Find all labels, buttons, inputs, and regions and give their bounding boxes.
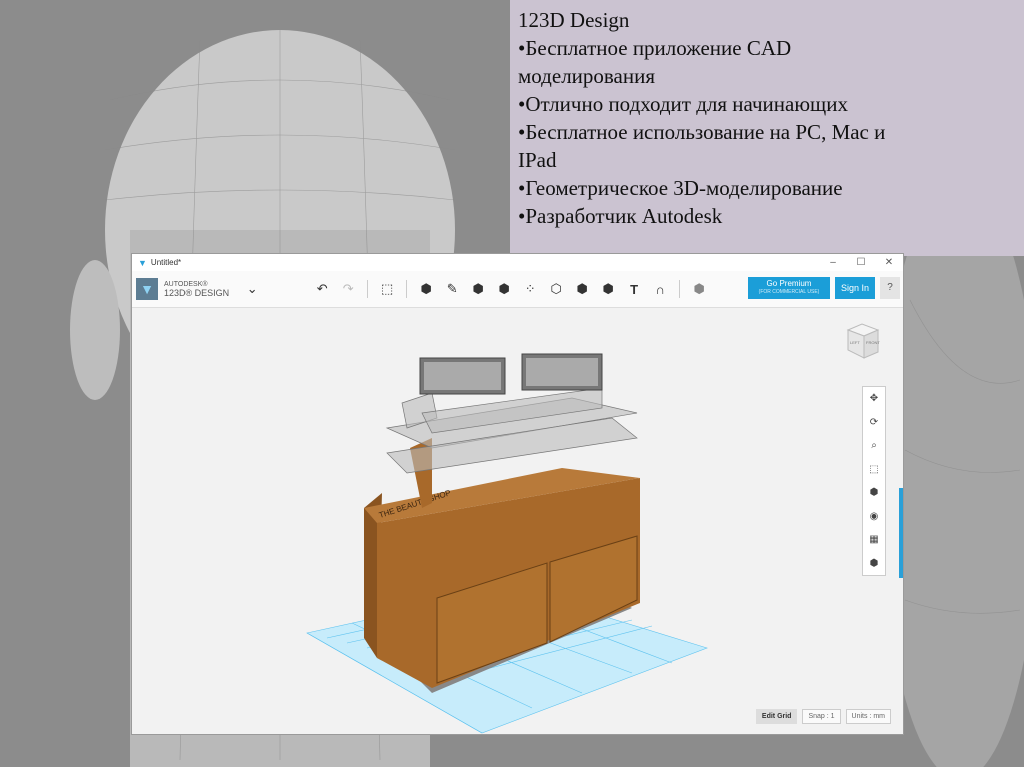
- undo-button[interactable]: ↶: [309, 281, 335, 297]
- divider: [367, 280, 369, 298]
- brand-bottom: 123D® DESIGN: [164, 288, 230, 298]
- divider: [679, 280, 681, 298]
- snap-icon[interactable]: ∩: [647, 282, 673, 297]
- redo-button[interactable]: ↷: [335, 281, 361, 297]
- snap-dropdown[interactable]: Snap : 1: [802, 709, 841, 724]
- slide-bullet: •Геометрическое 3D-моделирование: [518, 176, 843, 200]
- app-icon: ▼: [138, 257, 147, 268]
- materials-icon[interactable]: ▦: [869, 534, 878, 545]
- viewcube-front-label: FRONT: [866, 340, 880, 345]
- window-title: Untitled*: [150, 258, 182, 267]
- viewcube-left-label: LEFT: [850, 340, 860, 345]
- pan-icon[interactable]: ✥: [870, 393, 878, 404]
- group-icon[interactable]: ⬡: [543, 281, 569, 297]
- edit-grid-button[interactable]: Edit Grid: [755, 709, 798, 724]
- premium-sub: (FOR COMMERCIAL USE): [758, 289, 820, 295]
- app-window: ▼ Untitled* – ☐ ✕ ▼ AUTODESK® 123D® DESIG…: [131, 253, 904, 735]
- panel-toggle-handle[interactable]: [899, 488, 903, 578]
- divider: [406, 280, 408, 298]
- close-button[interactable]: ✕: [875, 257, 903, 268]
- zoom-icon[interactable]: ⌕: [871, 440, 877, 451]
- slide-bullet: моделирования: [518, 64, 656, 88]
- minimize-button[interactable]: –: [819, 257, 847, 268]
- transform-icon[interactable]: ⬚: [374, 281, 400, 297]
- display-shelves: [385, 387, 638, 474]
- solid-view-icon[interactable]: ⬢: [870, 558, 879, 569]
- go-premium-button[interactable]: Go Premium (FOR COMMERCIAL USE): [748, 277, 830, 299]
- orbit-icon[interactable]: ⟳: [870, 417, 878, 428]
- material-icon[interactable]: ⬢: [686, 281, 712, 297]
- logo-icon: ▼: [136, 278, 158, 300]
- help-button[interactable]: ?: [880, 277, 900, 299]
- slide-bullet: •Отлично подходит для начинающих: [518, 92, 848, 116]
- title-bar: ▼ Untitled* – ☐ ✕: [132, 254, 903, 271]
- visibility-eye-icon[interactable]: ◉: [870, 511, 879, 522]
- model-scene: THE BEAUTY SHOP: [306, 353, 708, 734]
- slide-bullet: IPad: [518, 148, 557, 172]
- view-cube-icon[interactable]: ⬢: [870, 487, 879, 498]
- slide-heading: 123D Design: [518, 8, 630, 32]
- app-menu-chevron-icon[interactable]: ⌄: [239, 281, 265, 297]
- brand-top: AUTODESK®: [164, 281, 208, 288]
- sketch-icon[interactable]: ✎: [439, 281, 465, 297]
- construct-icon[interactable]: ⬢: [465, 281, 491, 297]
- 3d-viewport[interactable]: THE BEAUTY SHOP LEFT FRONT ✥ ⟳ ⌕ ⬚ ⬢ ◉ ▦…: [132, 308, 903, 734]
- text-tool-button[interactable]: T: [621, 282, 647, 297]
- slide-bullet: •Бесплатное приложение CAD: [518, 36, 792, 60]
- view-cube[interactable]: LEFT FRONT: [844, 322, 882, 362]
- slide-text-box: 123D Design •Бесплатное приложение CAD м…: [510, 0, 1024, 256]
- combine-icon[interactable]: ⬢: [569, 281, 595, 297]
- fit-icon[interactable]: ⬚: [869, 464, 878, 475]
- units-dropdown[interactable]: Units : mm: [845, 709, 891, 724]
- main-toolbar: ▼ AUTODESK® 123D® DESIGN ⌄ ↶ ↷ ⬚ ⬢ ✎ ⬢ ⬢ …: [132, 271, 903, 308]
- modify-icon[interactable]: ⬢: [491, 281, 517, 297]
- maximize-button[interactable]: ☐: [847, 257, 875, 268]
- ear: [70, 260, 120, 400]
- premium-label: Go Premium: [766, 279, 812, 288]
- slide-bullet: •Бесплатное использование на PC, Mac и: [518, 120, 886, 144]
- slide-bullet: •Разработчик Autodesk: [518, 204, 723, 228]
- navigation-bar: ✥ ⟳ ⌕ ⬚ ⬢ ◉ ▦ ⬢: [862, 386, 886, 576]
- pattern-icon[interactable]: ⁘: [517, 281, 543, 297]
- primitives-icon[interactable]: ⬢: [413, 281, 439, 297]
- measure-icon[interactable]: ⬢: [595, 281, 621, 297]
- sign-in-button[interactable]: Sign In: [835, 277, 875, 299]
- app-logo[interactable]: ▼ AUTODESK® 123D® DESIGN: [136, 278, 229, 300]
